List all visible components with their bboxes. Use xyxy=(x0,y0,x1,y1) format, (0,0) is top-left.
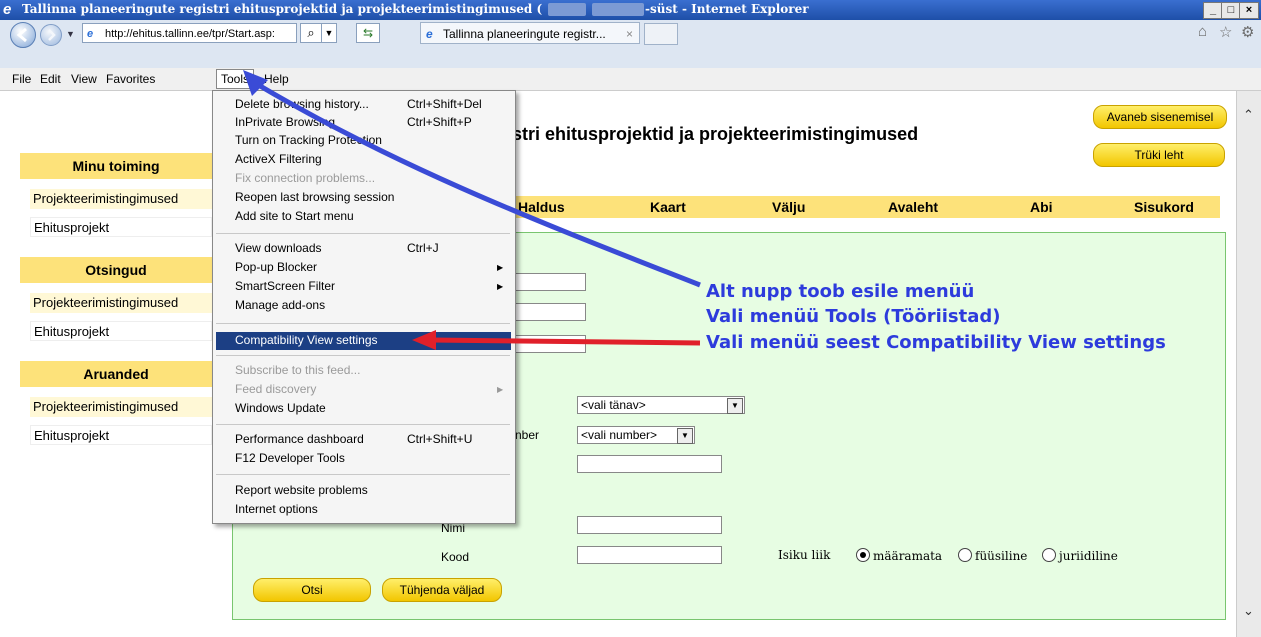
annotation-line-3: Vali menüü seest Compatibility View sett… xyxy=(706,332,1166,353)
annotation-line-1: Alt nupp toob esile menüü xyxy=(706,281,975,302)
blue-arrowhead xyxy=(243,70,268,96)
annotation-arrows xyxy=(243,70,701,350)
annotation-line-2: Vali menüü Tools (Tööriistad) xyxy=(706,306,1001,327)
blue-arrow xyxy=(248,77,701,288)
red-arrow xyxy=(429,337,701,346)
red-arrowhead xyxy=(412,330,436,350)
